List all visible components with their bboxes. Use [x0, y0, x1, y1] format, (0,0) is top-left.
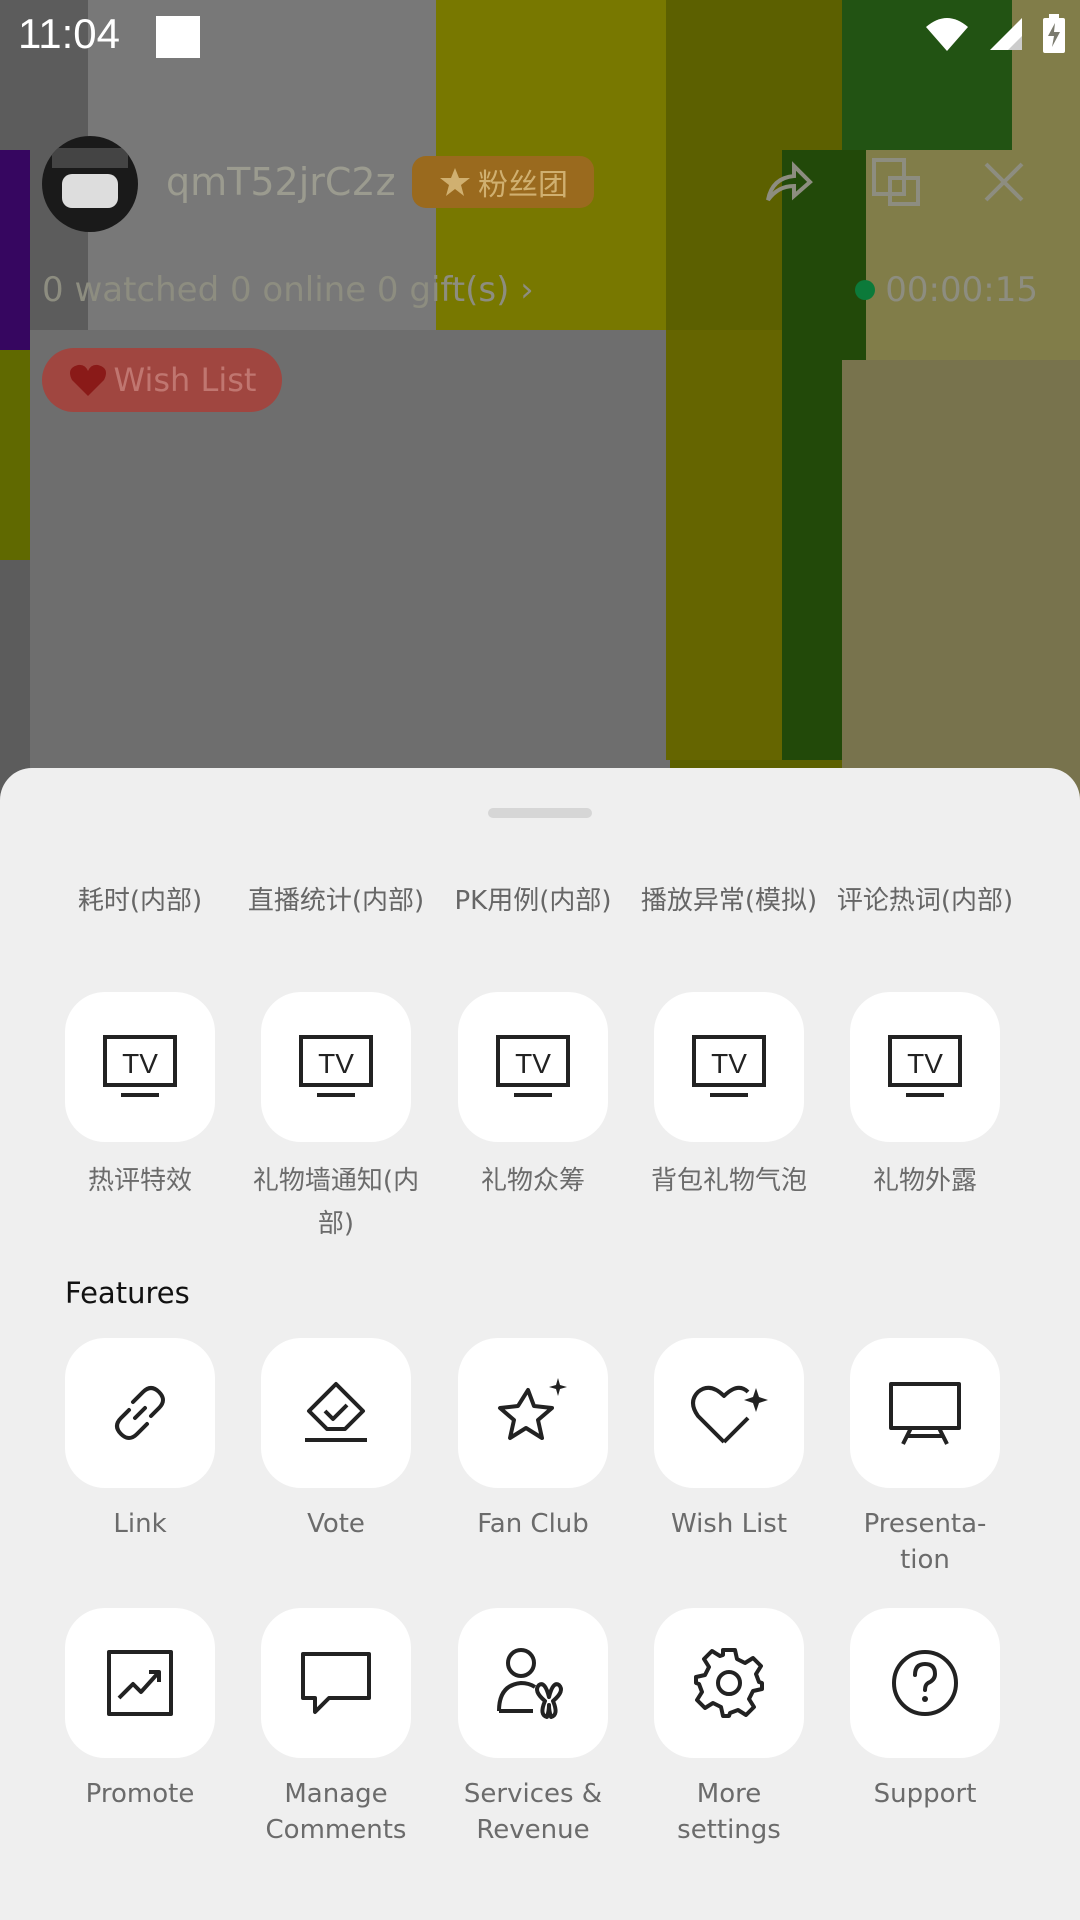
link-icon [115, 1386, 165, 1440]
tv-icon-text: TV [711, 1048, 747, 1079]
tv-icon-text: TV [515, 1048, 551, 1079]
feature-promote-button[interactable] [65, 1608, 215, 1758]
live-stats[interactable]: 0 watched 0 online 0 gift(s) › [42, 270, 534, 310]
tool-tile-gift-wall-notice[interactable]: TV [261, 992, 411, 1142]
tv-icon-text: TV [318, 1048, 354, 1079]
star-sparkle-icon [498, 1378, 567, 1440]
feature-services-revenue-button[interactable] [458, 1608, 608, 1758]
feature-label: Wish List [670, 1509, 788, 1539]
features-title: Features [65, 1276, 190, 1310]
tv-icon: TV [888, 1035, 962, 1097]
feature-label: Services & Revenue [463, 1779, 603, 1845]
timer-text: 00:00:15 [885, 270, 1038, 310]
share-icon[interactable] [760, 154, 816, 210]
wish-list-pill[interactable]: Wish List [42, 348, 282, 412]
debug-label[interactable]: PK用例(内部) [443, 880, 623, 923]
tv-icon: TV [103, 1035, 177, 1097]
fan-star-icon [440, 168, 470, 196]
person-butterfly-icon [497, 1648, 563, 1719]
feature-label: Support [873, 1779, 977, 1809]
tv-icon: TV [692, 1035, 766, 1097]
fan-badge-label: 粉丝团 [478, 168, 568, 203]
feature-support-button[interactable] [850, 1608, 1000, 1758]
feature-vote-button[interactable] [261, 1338, 411, 1488]
feature-label: Link [113, 1509, 167, 1539]
live-dot-icon [855, 280, 876, 300]
host-username[interactable]: qmT52jrC2z [166, 160, 396, 204]
status-time: 11:04 [18, 10, 120, 57]
debug-label[interactable]: 评论热词(内部) [835, 880, 1015, 923]
screen-rotate-icon[interactable] [868, 154, 924, 210]
debug-label[interactable]: 播放异常(模拟) [639, 880, 819, 923]
debug-label[interactable]: 直播统计(内部) [246, 880, 426, 923]
heart-sparkle-icon [691, 1385, 768, 1444]
fan-club-badge[interactable]: 粉丝团 [412, 156, 594, 208]
feature-manage-comments-button[interactable] [261, 1608, 411, 1758]
sheet-drag-handle[interactable] [488, 808, 592, 818]
tool-tile-gift-crowdfunding[interactable]: TV [458, 992, 608, 1142]
comment-icon [301, 1652, 371, 1714]
heart-icon [69, 364, 106, 396]
feature-label: Vote [307, 1509, 365, 1539]
easel-icon [889, 1382, 961, 1445]
status-bar: 11:04 [0, 0, 1080, 74]
feature-label: Promote [85, 1779, 195, 1809]
tool-tile-gift-exposure[interactable]: TV [850, 992, 1000, 1142]
tools-bottom-sheet: 耗时(内部) 直播统计(内部) PK用例(内部) 播放异常(模拟) 评论热词(内… [0, 768, 1080, 1920]
feature-label: Manage Comments [265, 1779, 407, 1845]
close-icon[interactable] [976, 154, 1032, 210]
tv-icon-text: TV [907, 1048, 943, 1079]
feature-label: Presenta- tion [863, 1509, 987, 1575]
tool-label: 背包礼物气泡 [650, 1166, 807, 1196]
feature-label: More settings [677, 1779, 781, 1845]
tv-icon: TV [496, 1035, 570, 1097]
tool-tile-hot-comment-effect[interactable]: TV [65, 992, 215, 1142]
feature-more-settings-button[interactable] [654, 1608, 804, 1758]
tool-label: 礼物外露 [872, 1166, 977, 1196]
tool-tile-backpack-gift-bubble[interactable]: TV [654, 992, 804, 1142]
trend-chart-icon [107, 1650, 173, 1716]
gear-icon [694, 1648, 764, 1718]
tv-icon: TV [299, 1035, 373, 1097]
vote-icon [305, 1382, 367, 1442]
wish-pill-label: Wish List [113, 361, 257, 399]
debug-label[interactable]: 耗时(内部) [50, 880, 230, 923]
wifi-icon [926, 18, 968, 51]
host-avatar[interactable] [42, 136, 138, 232]
tool-label: 礼物墙通知(内部) [252, 1166, 420, 1239]
feature-wish-list-button[interactable] [654, 1338, 804, 1488]
feature-label: Fan Club [477, 1509, 589, 1539]
feature-presentation-button[interactable] [850, 1338, 1000, 1488]
tool-label: 礼物众筹 [480, 1166, 585, 1196]
tool-label: 热评特效 [87, 1166, 192, 1196]
live-timer: 00:00:15 [855, 270, 1038, 310]
notification-icon [156, 16, 200, 58]
signal-icon [990, 18, 1022, 50]
feature-fan-club-button[interactable] [458, 1338, 608, 1488]
battery-icon [1043, 14, 1065, 53]
tv-icon-text: TV [122, 1048, 158, 1079]
feature-link-button[interactable] [65, 1338, 215, 1488]
question-icon [892, 1650, 958, 1716]
